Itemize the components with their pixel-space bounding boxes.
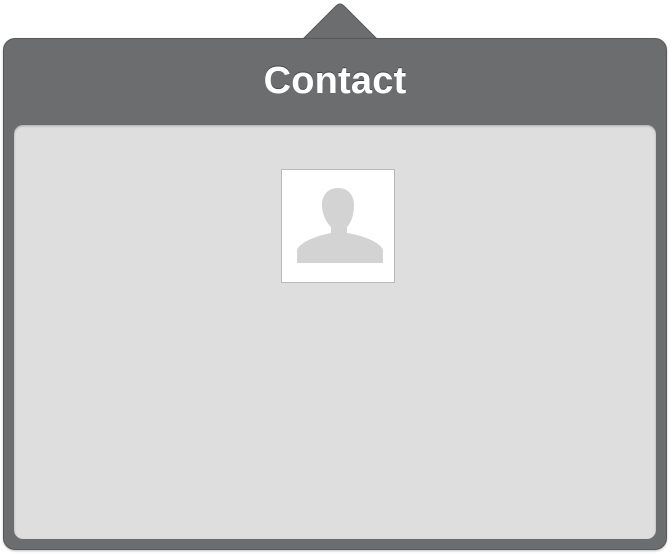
contact-content-area [14,125,656,539]
contact-avatar[interactable] [281,169,395,283]
popover-title: Contact [263,60,407,102]
person-silhouette-icon [297,188,383,263]
contact-popover: Contact [3,38,667,550]
